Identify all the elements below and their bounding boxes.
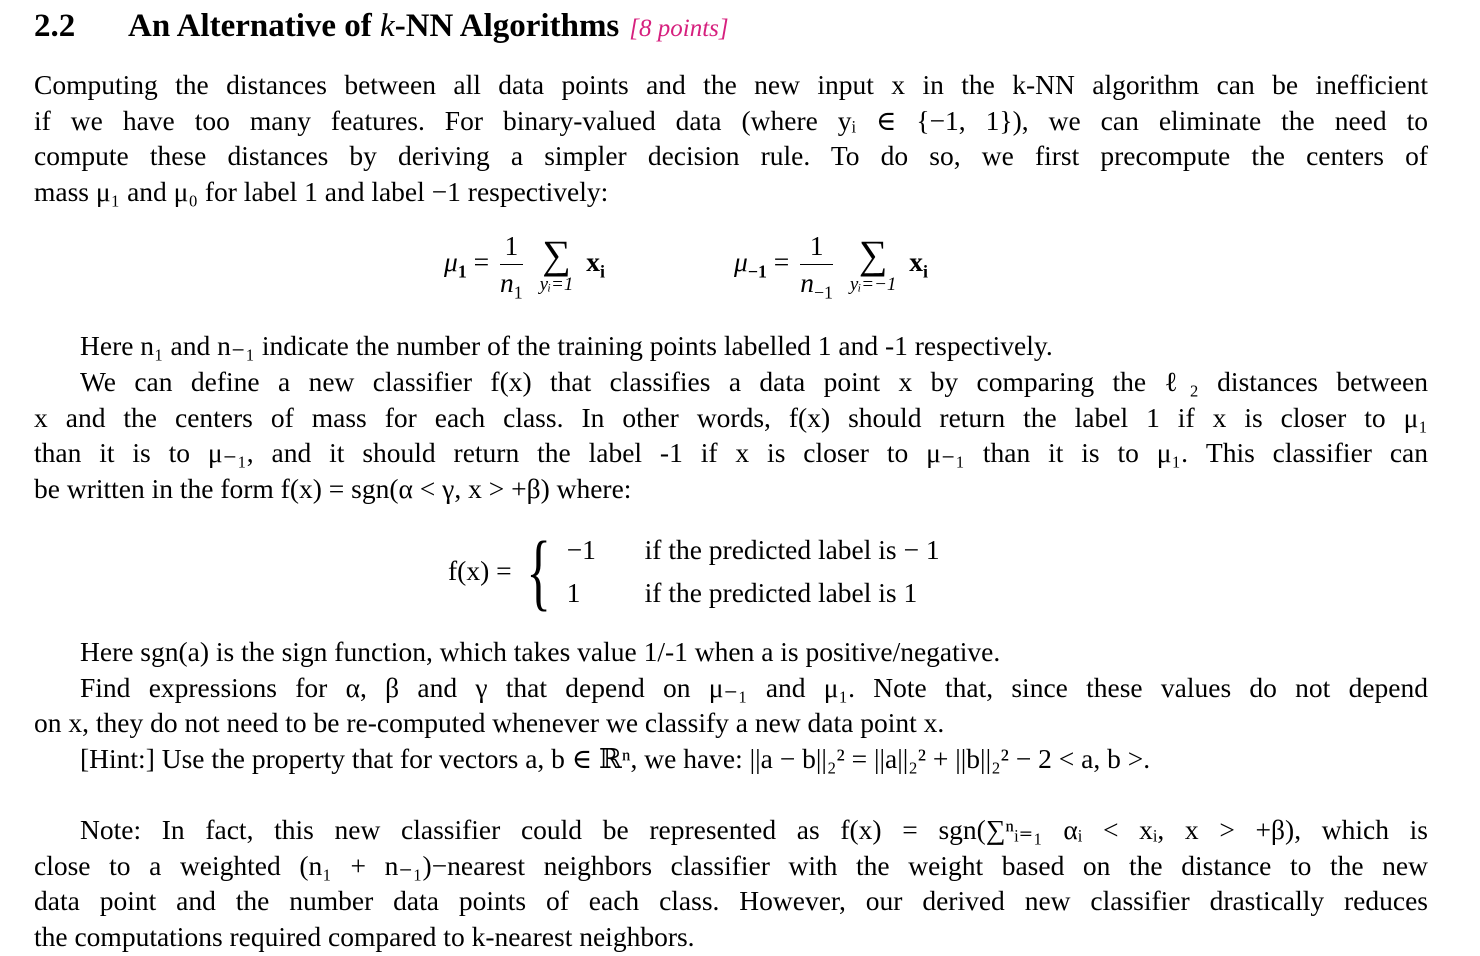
summation-limit: yᵢ=1 bbox=[539, 273, 574, 295]
summation-limit: yᵢ=−1 bbox=[849, 273, 897, 295]
x-subscript: i bbox=[599, 261, 605, 282]
counts-paragraph: Here n₁ and n₋₁ indicate the number of t… bbox=[34, 328, 1428, 364]
equals-sign: = bbox=[473, 245, 490, 277]
denominator: n bbox=[800, 267, 814, 298]
case-value: 1 bbox=[566, 577, 581, 608]
text-line: data point and the number data points of… bbox=[34, 885, 1428, 917]
mu-symbol: μ bbox=[444, 245, 458, 277]
text-line: be written in the form f(x) = sgn(α < γ,… bbox=[34, 473, 632, 505]
hint-line: [Hint:] Use the property that for vector… bbox=[80, 743, 1151, 775]
text-line: x and the centers of mass for each class… bbox=[34, 401, 1428, 433]
left-brace: { bbox=[526, 523, 552, 619]
denominator: n bbox=[500, 267, 514, 298]
mu-minus1-equation: μ−1 = 1 n−1 ∑ yᵢ=−1 xi bbox=[734, 230, 929, 301]
case-condition: if the predicted label is 1 bbox=[644, 577, 918, 608]
summation: ∑ yᵢ=1 bbox=[539, 231, 574, 295]
mu1-equation: μ1 = 1 n1 ∑ yᵢ=1 xi bbox=[444, 230, 605, 301]
intro-paragraph: Computing the distances between all data… bbox=[34, 67, 1428, 210]
mu-symbol: μ bbox=[734, 245, 748, 277]
case-condition: if the predicted label is − 1 bbox=[644, 534, 940, 565]
cases-lhs: f(x) = bbox=[448, 555, 512, 586]
text-line: Here sgn(a) is the sign function, which … bbox=[80, 636, 1001, 667]
section-title-pre: An Alternative of bbox=[128, 8, 381, 44]
sign-paragraph: Here sgn(a) is the sign function, which … bbox=[34, 634, 1428, 777]
section-number: 2.2 bbox=[34, 8, 76, 44]
numerator: 1 bbox=[800, 230, 833, 265]
cases-rows: −1 if the predicted label is − 1 1 if the … bbox=[567, 528, 940, 614]
note-paragraph: Note: In fact, this new classifier could… bbox=[34, 812, 1428, 955]
case-value: −1 bbox=[566, 534, 596, 565]
mu-subscript: 1 bbox=[457, 261, 467, 282]
summation: ∑ yᵢ=−1 bbox=[849, 231, 897, 295]
case-row: 1 if the predicted label is 1 bbox=[567, 571, 940, 614]
points-badge: [8 points] bbox=[629, 15, 729, 42]
x-vector: x bbox=[586, 245, 600, 277]
text-line: We can define a new classifier f(x) that… bbox=[80, 366, 1428, 397]
text-line: Note: In fact, this new classifier could… bbox=[80, 814, 1428, 845]
cases-equation: f(x) = { −1 if the predicted label is − 1… bbox=[448, 528, 940, 614]
section-title-post: -NN Algorithms bbox=[394, 8, 620, 44]
text-line: Computing the distances between all data… bbox=[34, 69, 1428, 100]
text-line: than it is to μ₋₁, and it should return … bbox=[34, 437, 1428, 469]
mu-subscript: −1 bbox=[747, 261, 767, 282]
denominator-subscript: −1 bbox=[813, 282, 833, 303]
text-line: Here n₁ and n₋₁ indicate the number of t… bbox=[80, 330, 1053, 361]
text-line: on x, they do not need to be re-computed… bbox=[34, 707, 945, 739]
section-title-k: k bbox=[380, 8, 395, 44]
text-line: if we have too many features. For binary… bbox=[34, 104, 1428, 136]
text-line: Find expressions for α, β and γ that dep… bbox=[80, 671, 1428, 703]
equals-sign: = bbox=[773, 245, 790, 277]
fraction: 1 n1 bbox=[500, 230, 523, 301]
denominator-subscript: 1 bbox=[513, 282, 523, 303]
case-row: −1 if the predicted label is − 1 bbox=[567, 528, 940, 571]
text-line: the computations required compared to k-… bbox=[34, 921, 695, 953]
fraction: 1 n−1 bbox=[800, 230, 833, 301]
section-heading: 2.2 An Alternative of k-NN Algorithms [8 p… bbox=[34, 8, 729, 45]
text-line: compute these distances by deriving a si… bbox=[34, 140, 1428, 172]
x-vector: x bbox=[909, 245, 924, 277]
sigma-symbol: ∑ bbox=[542, 231, 571, 277]
sigma-symbol: ∑ bbox=[858, 231, 888, 277]
x-subscript: i bbox=[923, 261, 929, 282]
numerator: 1 bbox=[500, 230, 523, 265]
text-line: close to a weighted (n₁ + n₋₁)−nearest n… bbox=[34, 849, 1428, 881]
classifier-paragraph: We can define a new classifier f(x) that… bbox=[34, 364, 1428, 507]
text-line: mass μ₁ and μ₀ for label 1 and label −1 … bbox=[34, 176, 609, 208]
